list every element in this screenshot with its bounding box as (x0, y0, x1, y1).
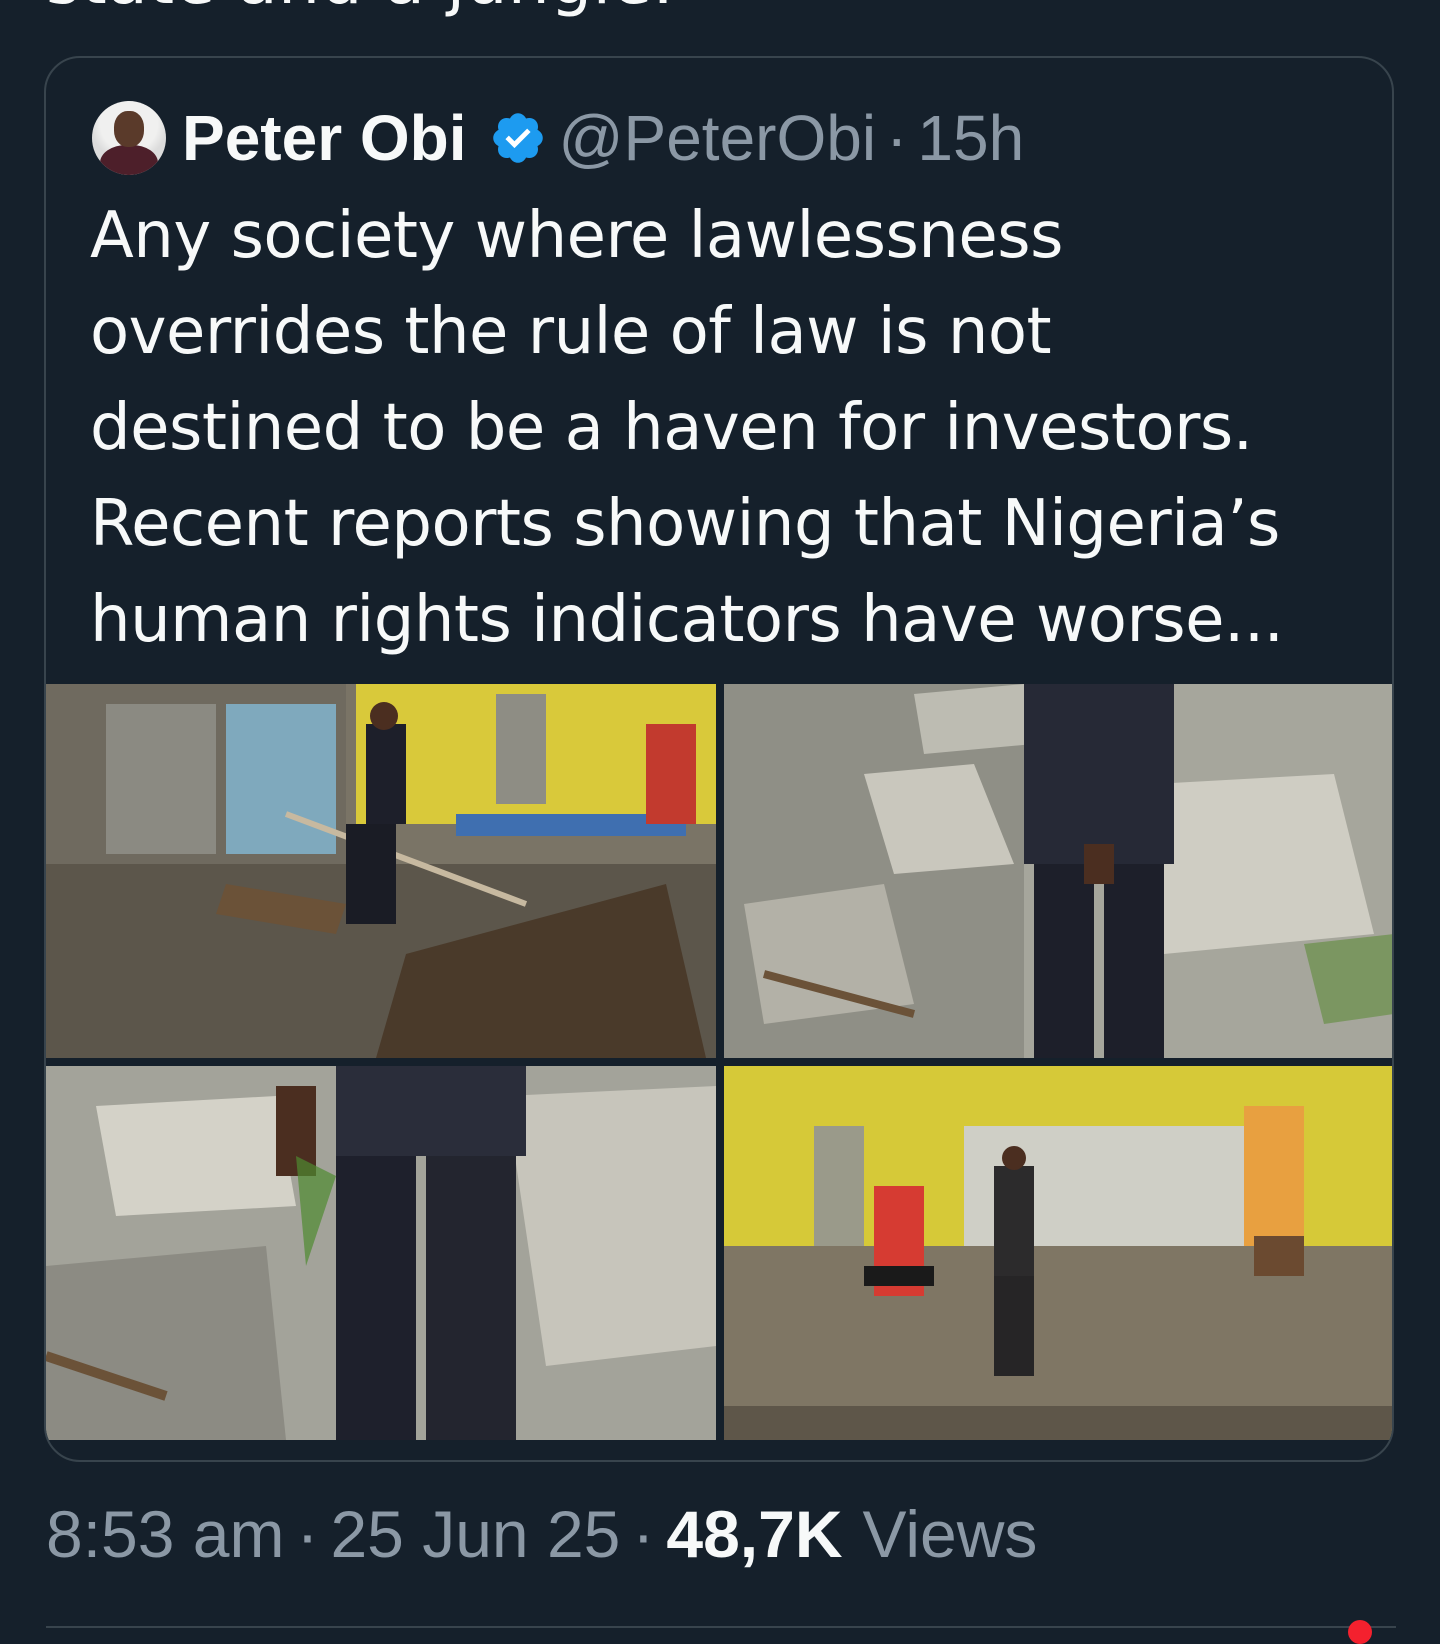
tweet-text-line: overrides the rule of law is not (90, 295, 1052, 369)
divider (46, 1626, 1396, 1628)
media-photo-4[interactable] (724, 1066, 1392, 1440)
tweet-text-line: destined to be a haven for investors. (90, 391, 1253, 465)
separator-dot: · (886, 102, 908, 174)
media-photo-3[interactable] (46, 1066, 716, 1440)
quoted-tweet-header: Peter Obi @PeterObi · 15h (92, 98, 1024, 178)
tweet-text-line: Any society where lawlessness (90, 199, 1063, 273)
author-name[interactable]: Peter Obi (182, 101, 467, 175)
relative-timestamp[interactable]: 15h (917, 101, 1024, 175)
avatar[interactable] (92, 101, 166, 175)
tweet-date[interactable]: 25 Jun 25 (330, 1496, 620, 1572)
media-photo-2[interactable] (724, 684, 1392, 1058)
notification-dot-icon (1348, 1620, 1372, 1644)
verified-badge-icon (492, 113, 543, 163)
parent-tweet-text-fragment: state and a jungle. (46, 0, 674, 19)
media-grid (46, 684, 1392, 1460)
media-photo-1[interactable] (46, 684, 716, 1058)
quoted-tweet-text: Any society where lawlessness overrides … (90, 188, 1340, 668)
tweet-text-line: human rights indicators have worse... (90, 583, 1284, 657)
quoted-tweet-card[interactable]: Peter Obi @PeterObi · 15h Any society wh… (44, 56, 1394, 1462)
separator-dot: · (296, 1497, 319, 1571)
tweet-time[interactable]: 8:53 am (46, 1496, 284, 1572)
tweet-text-line: Recent reports showing that Nigeria’s (90, 487, 1280, 561)
separator-dot: · (632, 1497, 655, 1571)
views-label: Views (862, 1497, 1038, 1571)
views-count[interactable]: 48,7K (666, 1496, 842, 1572)
tweet-meta: 8:53 am · 25 Jun 25 · 48,7K Views (46, 1496, 1037, 1572)
author-handle[interactable]: @PeterObi (559, 101, 877, 175)
